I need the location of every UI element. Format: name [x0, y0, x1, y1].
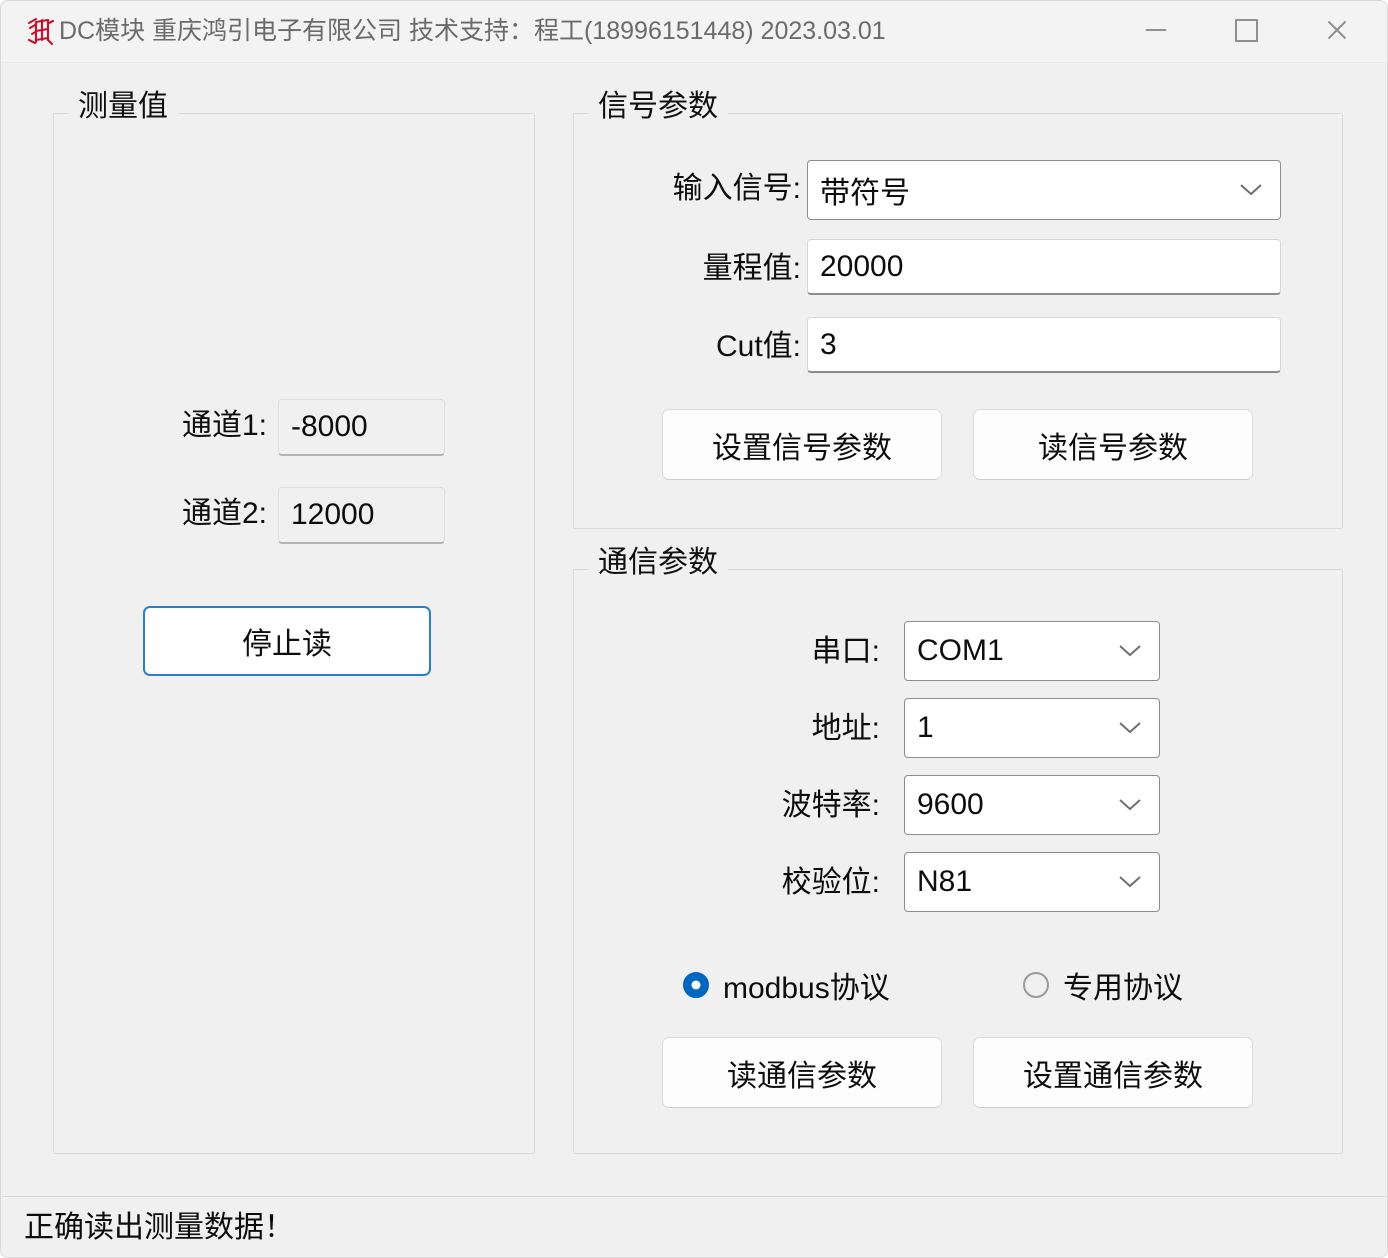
chevron-down-icon	[1113, 644, 1147, 658]
serial-port-value: COM1	[917, 634, 1004, 667]
status-bar: 正确读出测量数据！	[2, 1196, 1387, 1257]
range-value-label: 量程值:	[702, 252, 801, 285]
radio-unselected-icon	[1023, 972, 1049, 998]
radio-special-protocol[interactable]: 专用协议	[1023, 963, 1183, 1007]
chevron-down-icon	[1234, 183, 1268, 197]
chevron-down-icon	[1113, 721, 1147, 735]
parity-label: 校验位:	[781, 866, 880, 899]
radio-modbus-protocol[interactable]: modbus协议	[683, 963, 890, 1007]
input-signal-label: 输入信号:	[672, 172, 801, 205]
parity-value: N81	[917, 865, 973, 898]
serial-port-combobox[interactable]: COM1	[904, 621, 1160, 681]
maximize-icon	[1234, 18, 1258, 42]
address-label: 地址:	[811, 712, 880, 745]
maximize-button[interactable]	[1215, 1, 1277, 59]
status-message: 正确读出测量数据！	[24, 1211, 294, 1244]
close-icon	[1325, 18, 1349, 42]
measurement-group-title: 测量值	[68, 88, 178, 126]
radio-modbus-protocol-label: modbus协议	[723, 972, 890, 1005]
communication-parameters-group-title: 通信参数	[588, 544, 728, 582]
baud-rate-value: 9600	[917, 788, 984, 821]
read-signal-params-button[interactable]: 读信号参数	[973, 409, 1253, 480]
minimize-button[interactable]	[1125, 1, 1187, 59]
input-signal-combobox[interactable]: 带符号	[807, 160, 1281, 220]
radio-special-protocol-label: 专用协议	[1063, 972, 1183, 1005]
address-value: 1	[917, 711, 934, 744]
baud-rate-label: 波特率:	[781, 789, 880, 822]
chevron-down-icon	[1113, 875, 1147, 889]
title-bar: DC模块 重庆鸿引电子有限公司 技术支持：程工(18996151448) 202…	[1, 1, 1387, 63]
set-signal-params-button[interactable]: 设置信号参数	[662, 409, 942, 480]
read-comm-params-button[interactable]: 读通信参数	[662, 1037, 942, 1108]
stop-read-button[interactable]: 停止读	[143, 606, 431, 676]
channel1-value: -8000	[278, 399, 445, 456]
minimize-icon	[1146, 29, 1166, 31]
baud-rate-combobox[interactable]: 9600	[904, 775, 1160, 835]
application-window: DC模块 重庆鸿引电子有限公司 技术支持：程工(18996151448) 202…	[0, 0, 1388, 1258]
parity-combobox[interactable]: N81	[904, 852, 1160, 912]
input-signal-value: 带符号	[820, 177, 910, 210]
range-value-input[interactable]: 20000	[807, 239, 1281, 295]
app-logo-icon	[23, 14, 57, 48]
radio-selected-icon	[683, 972, 709, 998]
cut-value-input[interactable]: 3	[807, 317, 1281, 373]
channel2-label: 通道2:	[181, 497, 267, 530]
close-button[interactable]	[1306, 1, 1368, 59]
chevron-down-icon	[1113, 798, 1147, 812]
signal-parameters-group-title: 信号参数	[588, 88, 728, 126]
channel2-value: 12000	[278, 487, 445, 544]
address-combobox[interactable]: 1	[904, 698, 1160, 758]
set-comm-params-button[interactable]: 设置通信参数	[973, 1037, 1253, 1108]
window-title: DC模块 重庆鸿引电子有限公司 技术支持：程工(18996151448) 202…	[59, 17, 886, 45]
cut-value-label: Cut值:	[715, 330, 801, 363]
channel1-label: 通道1:	[181, 409, 267, 442]
serial-port-label: 串口:	[811, 635, 880, 668]
